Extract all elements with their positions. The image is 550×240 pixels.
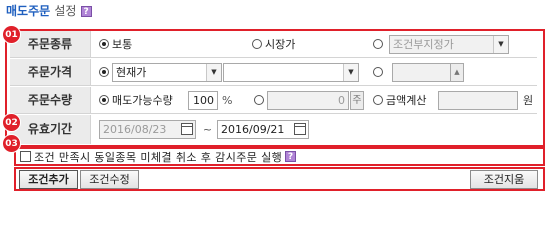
title-sub: 설정	[54, 4, 77, 18]
price-type-select[interactable]: 현재가 ▼	[112, 63, 222, 82]
order-type-conditional-option[interactable]	[373, 31, 386, 57]
order-type-market-option[interactable]: 시장가	[252, 31, 295, 57]
spinner-icon[interactable]: ▲	[450, 63, 464, 82]
start-date-value: 2016/08/23	[103, 123, 167, 136]
valid-period-label: 유효기간	[10, 115, 91, 144]
radio-selected-icon[interactable]	[99, 39, 109, 49]
cancel-unfilled-option[interactable]: 조건 만족시 동일종목 미체결 취소 후 감시주문 실행 ?	[20, 148, 297, 165]
radio-selected-icon[interactable]	[99, 67, 109, 77]
order-price-row: 주문가격 현재가 ▼ ▼ ▲	[10, 59, 537, 86]
amount-input[interactable]	[438, 91, 518, 110]
order-type-normal-label: 보통	[112, 38, 133, 51]
price-type-select-value: 현재가	[116, 66, 147, 79]
help-icon[interactable]: ?	[80, 6, 92, 17]
radio-empty-icon[interactable]	[373, 67, 383, 77]
calendar-icon[interactable]	[181, 123, 193, 135]
radio-empty-icon[interactable]	[373, 39, 383, 49]
start-date-input[interactable]: 2016/08/23	[99, 120, 196, 139]
help-icon[interactable]: ?	[285, 151, 297, 162]
calendar-icon[interactable]	[294, 123, 306, 135]
qty-count-option[interactable]	[254, 87, 267, 113]
cancel-unfilled-label: 조건 만족시 동일종목 미체결 취소 후 감시주문 실행	[34, 150, 283, 164]
order-price-label: 주문가격	[10, 59, 91, 85]
qty-count-value: 0	[338, 94, 345, 107]
qty-count-input[interactable]: 0	[267, 91, 349, 110]
order-type-normal-option[interactable]: 보통	[99, 31, 132, 57]
section-marker-03: 03	[2, 134, 21, 153]
conditional-price-select-value: 조건부지정가	[393, 38, 454, 51]
order-type-market-label: 시장가	[265, 38, 296, 51]
amount-unit-label: 원	[523, 94, 534, 107]
qty-amount-option[interactable]: 금액계산	[373, 87, 426, 113]
qty-amount-label: 금액계산	[386, 94, 427, 107]
date-separator: ~	[202, 123, 213, 136]
add-condition-button[interactable]: 조건추가	[19, 170, 78, 189]
title-main: 매도주문	[6, 4, 51, 18]
sellable-percent-input[interactable]: 100	[188, 91, 218, 110]
order-price-type-option[interactable]	[99, 59, 112, 85]
order-type-row: 주문종류 보통 시장가 조건부지정가 ▼	[10, 31, 537, 58]
page-title: 매도주문 설정 ?	[6, 2, 92, 20]
chevron-down-icon[interactable]: ▼	[343, 64, 358, 81]
modify-condition-button[interactable]: 조건수정	[80, 170, 139, 189]
order-qty-row: 주문수량 매도가능수량 100 % 0 주 금액계산 원	[10, 87, 537, 114]
qty-unit-label: 주	[350, 91, 364, 110]
radio-empty-icon[interactable]	[252, 39, 262, 49]
end-date-input[interactable]: 2016/09/21	[217, 120, 309, 139]
percent-unit-label: %	[222, 93, 233, 107]
radio-empty-icon[interactable]	[373, 95, 383, 105]
section-marker-02: 02	[2, 113, 21, 132]
sellable-percent-value: 100	[193, 94, 214, 107]
cancel-unfilled-checkbox[interactable]	[20, 151, 31, 162]
qty-sellable-option[interactable]: 매도가능수량	[99, 87, 173, 113]
order-qty-label: 주문수량	[10, 87, 91, 113]
order-price-manual-option[interactable]	[373, 59, 386, 85]
order-type-label: 주문종류	[10, 31, 91, 57]
chevron-down-icon[interactable]: ▼	[206, 64, 221, 81]
radio-empty-icon[interactable]	[254, 95, 264, 105]
end-date-value: 2016/09/21	[221, 123, 285, 136]
price-detail-select[interactable]: ▼	[223, 63, 359, 82]
radio-selected-icon[interactable]	[99, 95, 109, 105]
qty-sellable-label: 매도가능수량	[112, 94, 173, 107]
conditional-price-select[interactable]: 조건부지정가 ▼	[389, 35, 509, 54]
delete-condition-button[interactable]: 조건지움	[470, 170, 538, 189]
chevron-down-icon[interactable]: ▼	[493, 36, 508, 53]
section-marker-01: 01	[2, 25, 21, 44]
valid-period-row: 유효기간 2016/08/23 ~ 2016/09/21	[10, 115, 537, 144]
